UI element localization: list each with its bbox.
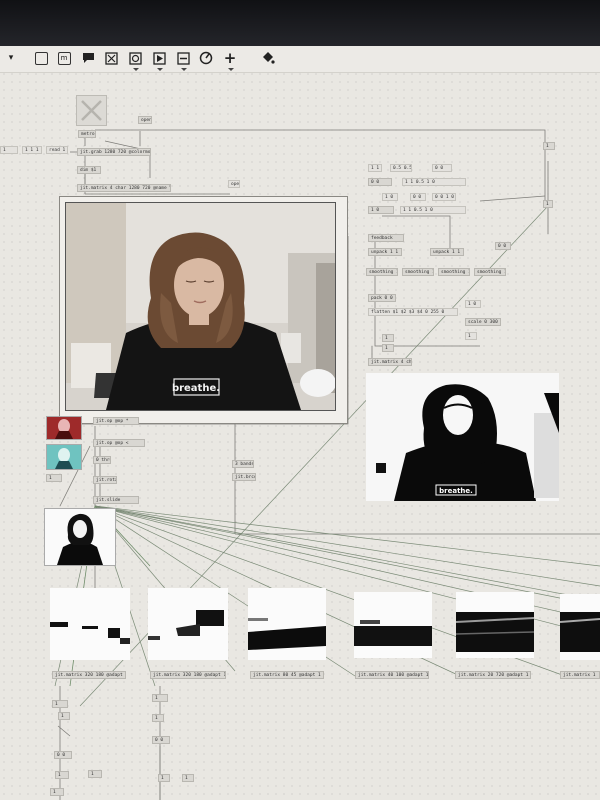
object-box[interactable]: 0 0 xyxy=(368,178,392,186)
slice-1-image xyxy=(50,588,130,660)
slice-2-image xyxy=(148,588,228,660)
jit-matrix-object[interactable]: jit.matrix 80 45 @adapt 1 xyxy=(250,671,324,679)
object-box[interactable]: 0 0 xyxy=(54,751,72,759)
object-box[interactable]: 1 xyxy=(152,714,164,722)
feedback-object[interactable]: feedback xyxy=(368,234,404,242)
preview-teal-thumb xyxy=(46,444,82,470)
smoothing-object[interactable]: smoothing 10 xyxy=(402,268,434,276)
jit-op-object[interactable]: jit.op @op * xyxy=(93,417,139,425)
jit-matrix-object[interactable]: jit.matrix 320 180 @adapt 1 xyxy=(150,671,226,679)
shirt-text: breathe. xyxy=(172,383,220,394)
object-box[interactable]: 1 xyxy=(88,770,102,778)
toggle-x-button[interactable] xyxy=(76,95,107,126)
message-box[interactable]: 1 1 0.5 1 0 xyxy=(402,178,466,186)
threshold-shirt-text: breathe. xyxy=(439,487,473,495)
jit-pwindow-threshold: breathe. xyxy=(366,373,559,501)
preview-red-thumb xyxy=(46,416,82,440)
jit-pwindow-slice-3 xyxy=(248,588,326,660)
scale-object[interactable]: scale 0 300 0 127 xyxy=(465,318,501,326)
open-message[interactable]: open xyxy=(138,116,152,124)
unpack-object[interactable]: unpack 1 1 xyxy=(368,248,402,256)
slice-3-image xyxy=(248,588,326,660)
jit-matrix-object[interactable]: jit.matrix 40 100 @adapt 1 xyxy=(355,671,429,679)
x-icon xyxy=(81,100,102,121)
smoothing-object[interactable]: smoothing 10 xyxy=(474,268,506,276)
number-box[interactable]: 1 1 xyxy=(368,164,382,172)
pack-object[interactable]: pack 0 0 0 0 xyxy=(368,294,396,302)
number-box[interactable]: 0 0 xyxy=(410,193,426,201)
jit-matrix-object[interactable]: jit.matrix 4 char 1280 720 @name VideoMa… xyxy=(77,184,171,192)
object-box[interactable]: 1 xyxy=(158,774,170,782)
message-box[interactable]: 1 xyxy=(0,146,18,154)
object-box[interactable]: 1 xyxy=(182,774,194,782)
bw-image xyxy=(45,509,115,565)
object-box[interactable]: 1 xyxy=(50,788,64,796)
jit-pwindow-slice-6 xyxy=(560,594,600,660)
flatten-message[interactable]: flatten $1 $2 $3 $4 0 255 0 xyxy=(368,308,458,316)
unpack-object[interactable]: unpack 1 1 xyxy=(430,248,464,256)
max-patcher-window: ▾ m + metro open 1 1 1 1 read 1 jit.grab… xyxy=(0,46,600,800)
object-box[interactable]: 1 0 xyxy=(368,206,394,214)
jit-pwindow-camera: breathe. xyxy=(59,196,348,424)
object-box[interactable]: 0 0 xyxy=(495,242,511,250)
jit-rota-object[interactable]: jit.rota xyxy=(93,476,117,484)
message-box[interactable]: 1 1 1 xyxy=(22,146,42,154)
message-box[interactable]: read 1 1 xyxy=(46,146,68,154)
camera-video-frame: breathe. xyxy=(65,202,336,411)
object-box[interactable]: 1 xyxy=(52,700,68,708)
number-box[interactable]: 0 0 xyxy=(432,164,452,172)
metro-object[interactable]: metro 33 xyxy=(78,130,96,138)
object-box[interactable]: 0 thresh xyxy=(93,456,111,464)
jit-slide-object[interactable]: jit.slide xyxy=(93,496,139,504)
preview-red-image xyxy=(47,417,81,439)
jit-op-object[interactable]: jit.op @op < xyxy=(93,439,145,447)
object-box[interactable]: 1 xyxy=(55,771,69,779)
dim-object[interactable]: dim $1 xyxy=(77,166,101,174)
monitor-bezel xyxy=(0,0,600,46)
object-box[interactable]: 1 xyxy=(58,712,70,720)
jit-grab-object[interactable]: jit.grab 1280 720 @colormode argb xyxy=(77,148,151,156)
camera-image: breathe. xyxy=(66,203,335,410)
open-message[interactable]: open xyxy=(228,180,240,188)
jit-matrix-object[interactable]: jit.matrix 4 char 1280 720 xyxy=(368,358,412,366)
jit-brcosa-object[interactable]: jit.brcosa xyxy=(232,473,256,481)
object-box[interactable]: 1 xyxy=(382,334,394,342)
jit-matrix-object[interactable]: jit.matrix 20 720 @adapt 1 xyxy=(455,671,531,679)
smoothing-object[interactable]: smoothing 10 xyxy=(438,268,470,276)
jit-pwindow-bw xyxy=(44,508,116,566)
object-box[interactable]: 1 xyxy=(543,142,555,150)
smoothing-object[interactable]: smoothing 10 xyxy=(366,268,398,276)
jit-matrix-object[interactable]: jit.matrix 1 xyxy=(560,671,600,679)
number-box[interactable]: 0 0 1 0 xyxy=(432,193,456,201)
number-box[interactable]: 1 xyxy=(465,332,477,340)
preview-teal-image xyxy=(47,445,81,469)
number-box[interactable]: 1 0 xyxy=(465,300,481,308)
message-box[interactable]: 1 1 0.5 1 0 xyxy=(400,206,466,214)
object-box[interactable]: 0 0 xyxy=(152,736,170,744)
number-box[interactable]: 1 0 xyxy=(382,193,398,201)
jit-pwindow-slice-2 xyxy=(148,588,228,660)
jit-matrix-object[interactable]: jit.matrix 320 180 @adapt 1 xyxy=(52,671,126,679)
slice-5-image xyxy=(456,592,534,658)
jit-pwindow-slice-1 xyxy=(50,588,130,660)
jit-pwindow-slice-5 xyxy=(456,592,534,658)
slice-6-image xyxy=(560,594,600,660)
threshold-image: breathe. xyxy=(366,373,559,501)
object-box[interactable]: 1 xyxy=(152,694,168,702)
object-box[interactable]: 3 bands xyxy=(232,460,254,468)
slice-4-image xyxy=(354,592,432,658)
jit-pwindow-slice-4 xyxy=(354,592,432,658)
object-box[interactable]: 1 xyxy=(46,474,62,482)
object-box[interactable]: 1 xyxy=(382,344,394,352)
number-box[interactable]: 0.5 0.5 xyxy=(390,164,412,172)
object-box[interactable]: 1 xyxy=(543,200,553,208)
